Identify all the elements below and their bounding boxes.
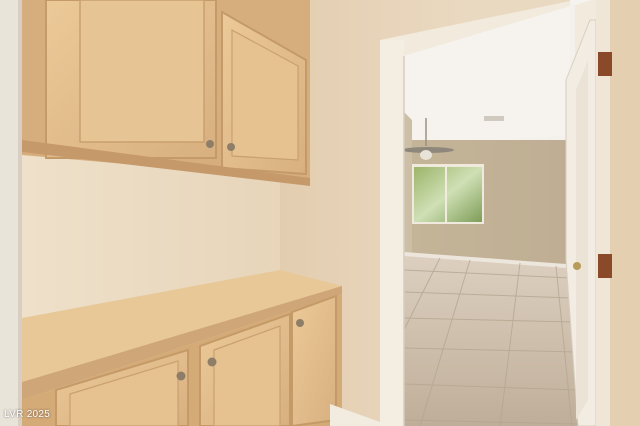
window-icon xyxy=(412,164,484,224)
photo-scene xyxy=(0,0,640,426)
photo-illustration xyxy=(0,0,640,426)
door-hinge-icon xyxy=(598,52,612,76)
watermark-text: LVR 2025 xyxy=(4,409,51,420)
upper-cabinet xyxy=(22,0,310,186)
cabinet-knob-icon xyxy=(206,140,214,148)
